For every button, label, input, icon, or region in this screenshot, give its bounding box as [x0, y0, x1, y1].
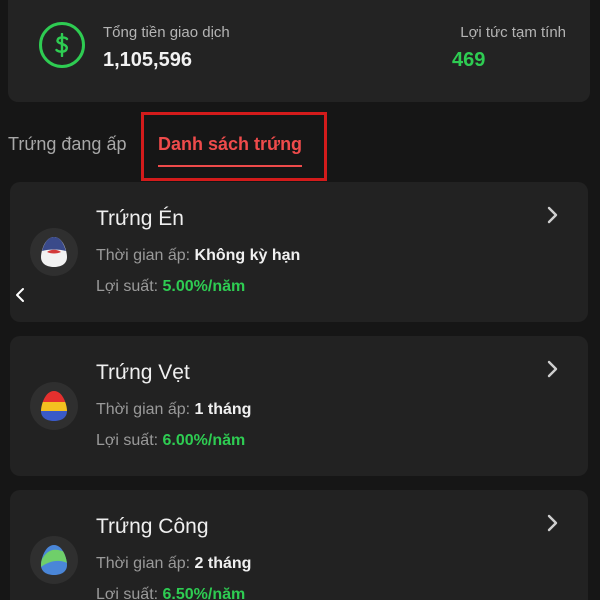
- egg-card-en[interactable]: Trứng Én Thời gian ấp: Không kỳ hạn Lợi …: [10, 182, 588, 322]
- incubation-time: Thời gian ấp: 2 tháng: [96, 555, 251, 573]
- estimated-profit-label: Lợi tức tạm tính: [460, 24, 566, 41]
- yield-rate: Lợi suất: 6.00%/năm: [96, 432, 245, 450]
- chevron-right-icon[interactable]: [546, 360, 560, 378]
- chevron-right-icon[interactable]: [546, 514, 560, 532]
- egg-avatar: [30, 536, 78, 584]
- incubation-time-value: Không kỳ hạn: [194, 247, 301, 264]
- page: Tổng tiền giao dịch 1,105,596 Lợi tức tạ…: [0, 0, 600, 600]
- estimated-profit-value: 469: [452, 49, 486, 71]
- egg-avatar: [30, 382, 78, 430]
- peacock-egg-icon: [41, 545, 67, 575]
- yield-rate-value: 6.00%/năm: [162, 432, 246, 449]
- yield-rate-label: Lợi suất:: [96, 432, 163, 449]
- swallow-egg-icon: [41, 237, 67, 267]
- incubation-time-label: Thời gian ấp:: [96, 555, 195, 572]
- incubation-time-label: Thời gian ấp:: [96, 247, 195, 264]
- egg-avatar: [30, 228, 78, 276]
- incubation-time-label: Thời gian ấp:: [96, 401, 195, 418]
- yield-rate-label: Lợi suất:: [96, 278, 163, 295]
- highlight-box: [141, 112, 327, 181]
- dollar-circle-icon: [39, 22, 85, 68]
- egg-name: Trứng Vẹt: [96, 361, 190, 384]
- incubation-time: Thời gian ấp: 1 tháng: [96, 401, 251, 419]
- incubation-time-value: 1 tháng: [194, 401, 252, 418]
- chevron-right-icon[interactable]: [546, 206, 560, 224]
- summary-card: Tổng tiền giao dịch 1,105,596 Lợi tức tạ…: [8, 0, 590, 102]
- tab-incubating-eggs[interactable]: Trứng đang ấp: [8, 134, 126, 155]
- egg-card-cong[interactable]: Trứng Công Thời gian ấp: 2 tháng Lợi suấ…: [10, 490, 588, 600]
- egg-name: Trứng Công: [96, 515, 209, 538]
- yield-rate-label: Lợi suất:: [96, 586, 163, 600]
- total-transaction-value: 1,105,596: [103, 49, 192, 71]
- yield-rate: Lợi suất: 5.00%/năm: [96, 278, 245, 296]
- yield-rate-value: 6.50%/năm: [162, 586, 246, 600]
- incubation-time-value: 2 tháng: [194, 555, 252, 572]
- incubation-time: Thời gian ấp: Không kỳ hạn: [96, 247, 300, 265]
- egg-name: Trứng Én: [96, 207, 184, 230]
- yield-rate-value: 5.00%/năm: [162, 278, 246, 295]
- yield-rate: Lợi suất: 6.50%/năm: [96, 586, 245, 600]
- total-transaction-label: Tổng tiền giao dịch: [103, 24, 230, 41]
- parrot-egg-icon: [41, 391, 67, 421]
- chevron-left-icon[interactable]: [14, 286, 26, 304]
- egg-card-vet[interactable]: Trứng Vẹt Thời gian ấp: 1 tháng Lợi suất…: [10, 336, 588, 476]
